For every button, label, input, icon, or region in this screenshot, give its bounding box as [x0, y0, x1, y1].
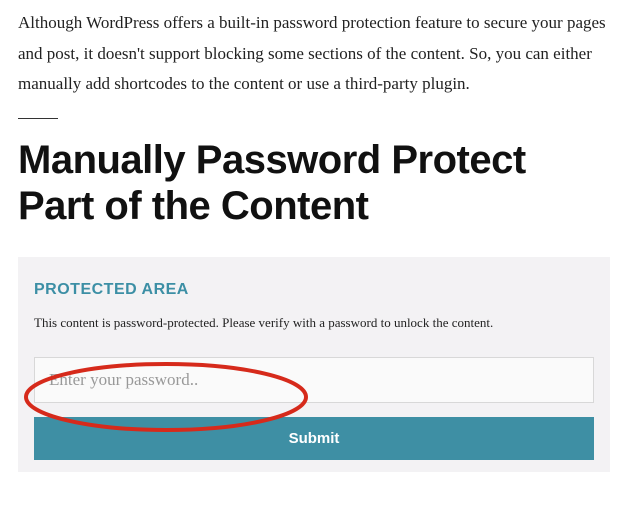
submit-button[interactable]: Submit — [34, 417, 594, 460]
section-heading: Manually Password Protect Part of the Co… — [18, 137, 610, 229]
protected-area-title: PROTECTED AREA — [34, 281, 594, 299]
protected-area-description: This content is password-protected. Plea… — [34, 315, 594, 331]
password-input[interactable] — [34, 357, 594, 403]
section-divider — [18, 118, 58, 119]
protected-area-box: PROTECTED AREA This content is password-… — [18, 257, 610, 472]
intro-paragraph: Although WordPress offers a built-in pas… — [18, 8, 610, 100]
